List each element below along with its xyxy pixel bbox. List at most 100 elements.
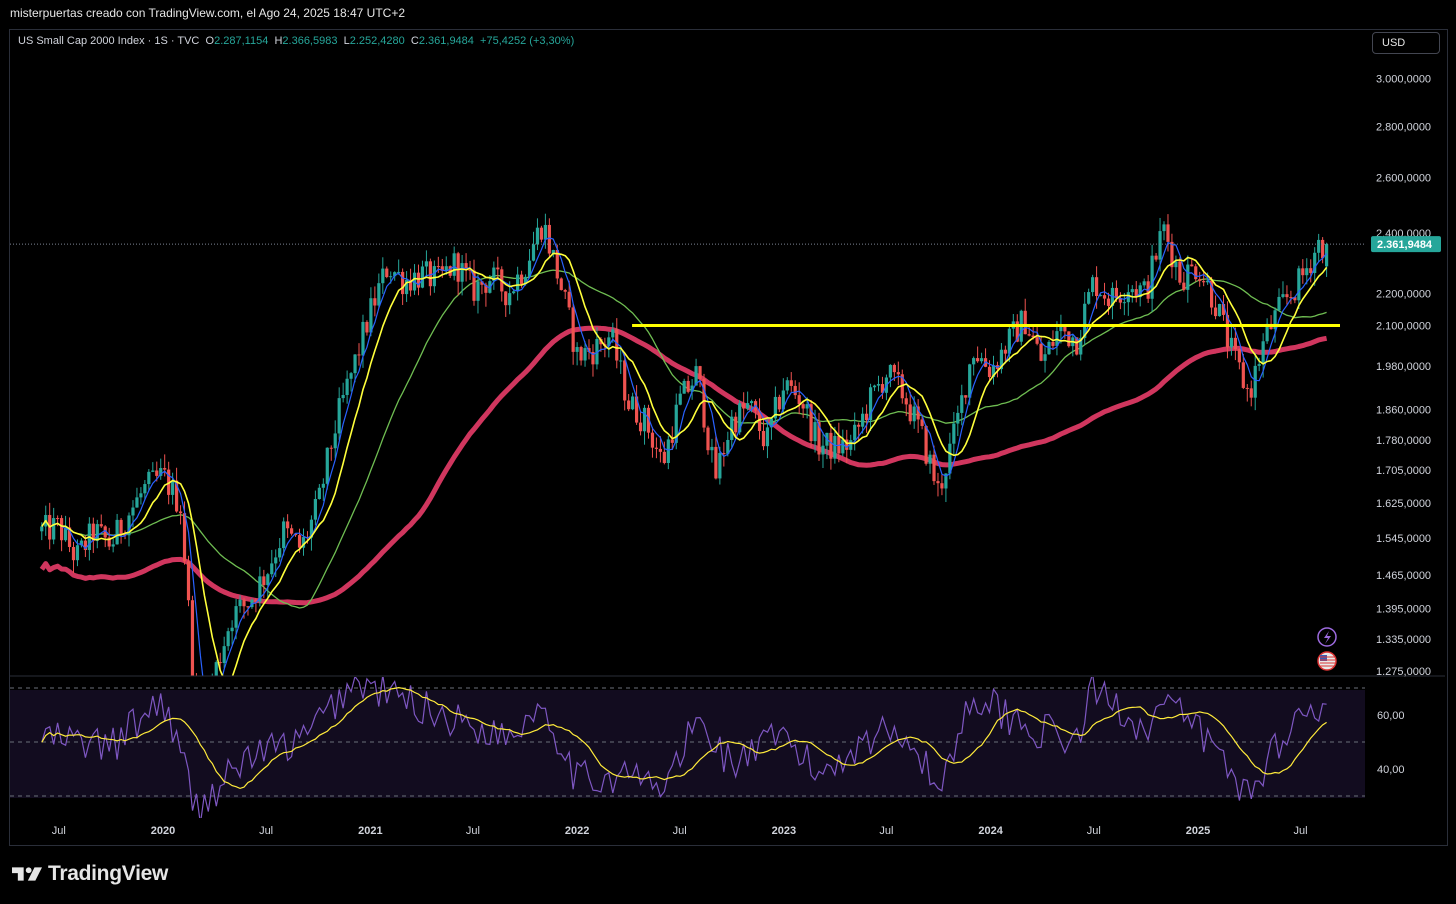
price-axis-label: 1.545,0000 bbox=[1376, 533, 1431, 545]
candle-body bbox=[456, 253, 460, 282]
price-axis-label: 1.625,0000 bbox=[1376, 498, 1431, 510]
candle-body bbox=[611, 329, 615, 338]
open-label: O bbox=[205, 35, 215, 47]
candle bbox=[190, 595, 195, 676]
candle-body bbox=[793, 385, 797, 396]
rsi-pane bbox=[10, 677, 1365, 818]
candle bbox=[337, 387, 341, 440]
time-axis-label: Jul bbox=[259, 825, 273, 837]
candle bbox=[345, 370, 349, 404]
candle-body bbox=[857, 424, 861, 427]
candle bbox=[710, 438, 714, 463]
candle bbox=[1019, 309, 1023, 346]
candle-body bbox=[853, 424, 857, 441]
symbol-name[interactable]: US Small Cap 2000 Index · 1S · TVC bbox=[18, 35, 199, 47]
candle bbox=[174, 467, 179, 513]
candle-body bbox=[710, 446, 714, 451]
candle-body bbox=[1194, 266, 1198, 280]
candle bbox=[289, 524, 294, 536]
candle-body bbox=[1043, 354, 1047, 361]
candle-body bbox=[1217, 303, 1222, 317]
candle-body bbox=[432, 266, 436, 287]
candle bbox=[785, 377, 789, 395]
us-flag-icon bbox=[1317, 651, 1337, 671]
candle-body bbox=[821, 445, 825, 455]
candle-body bbox=[377, 283, 381, 306]
candle bbox=[397, 259, 401, 275]
candle bbox=[991, 355, 996, 385]
candle-body bbox=[1094, 277, 1099, 297]
candle-body bbox=[178, 511, 183, 514]
candle bbox=[666, 435, 670, 470]
candle-body bbox=[1301, 268, 1305, 276]
candle bbox=[571, 304, 575, 365]
candle-body bbox=[365, 321, 369, 333]
candle-body bbox=[59, 518, 64, 541]
candle bbox=[940, 474, 944, 496]
tradingview-wordmark: TradingView bbox=[48, 862, 169, 885]
candle bbox=[115, 513, 119, 545]
candle-body bbox=[381, 268, 385, 284]
candle-body bbox=[987, 366, 992, 378]
time-axis-label: 2020 bbox=[151, 825, 175, 837]
candle-body bbox=[242, 599, 246, 607]
candle bbox=[650, 427, 655, 458]
candle bbox=[789, 372, 793, 392]
candle bbox=[444, 256, 448, 275]
candle bbox=[888, 364, 892, 388]
candle-body bbox=[186, 561, 191, 601]
candle-body bbox=[1067, 331, 1071, 347]
price-axis-label: 1.705,0000 bbox=[1376, 465, 1431, 477]
candle bbox=[964, 395, 968, 405]
candle-body bbox=[936, 481, 940, 484]
candle-body bbox=[638, 422, 643, 432]
candle bbox=[1213, 295, 1218, 320]
candle-body bbox=[956, 412, 960, 424]
candle-body bbox=[1106, 298, 1111, 306]
candle-body bbox=[682, 380, 686, 394]
time-axis-label: Jul bbox=[673, 825, 687, 837]
candle bbox=[686, 375, 690, 394]
candle-body bbox=[313, 499, 317, 520]
candle-body bbox=[1257, 364, 1261, 366]
candle bbox=[404, 271, 409, 303]
candle-body bbox=[214, 662, 218, 676]
candle bbox=[1142, 278, 1146, 288]
candle-body bbox=[579, 347, 583, 361]
price-chart[interactable]: 3.000,00002.800,00002.600,00002.400,0000… bbox=[0, 0, 1456, 904]
candle bbox=[1154, 252, 1158, 262]
candle-body bbox=[1087, 292, 1091, 304]
candle bbox=[1178, 257, 1182, 285]
candle bbox=[531, 231, 536, 262]
candle-body bbox=[968, 364, 972, 398]
candle bbox=[135, 487, 139, 508]
candle-body bbox=[940, 483, 944, 489]
candle bbox=[956, 405, 960, 436]
candle bbox=[1265, 318, 1269, 344]
tradingview-logo[interactable]: TradingView bbox=[12, 862, 168, 886]
candle bbox=[258, 566, 262, 607]
candle bbox=[59, 515, 64, 552]
candle-body bbox=[1091, 277, 1095, 293]
candle-body bbox=[282, 521, 286, 549]
time-axis-label: 2022 bbox=[565, 825, 589, 837]
symbol-legend[interactable]: US Small Cap 2000 Index · 1S · TVC O2.28… bbox=[18, 35, 574, 47]
candle bbox=[634, 385, 639, 425]
candle bbox=[270, 549, 274, 578]
candle bbox=[682, 378, 686, 394]
candle-body bbox=[658, 448, 662, 452]
candle-body bbox=[1241, 362, 1245, 388]
candle bbox=[365, 320, 369, 336]
candle bbox=[773, 386, 777, 423]
candle-body bbox=[349, 373, 353, 379]
candle bbox=[357, 343, 361, 366]
price-axis-label: 3.000,0000 bbox=[1376, 73, 1431, 85]
candle bbox=[742, 392, 746, 421]
candle-body bbox=[1261, 341, 1265, 365]
candle-body bbox=[353, 354, 357, 374]
candle-body bbox=[1130, 289, 1134, 293]
candle bbox=[876, 375, 881, 392]
currency-button[interactable]: USD bbox=[1372, 32, 1440, 54]
candle-body bbox=[631, 396, 635, 410]
candle-body bbox=[575, 347, 579, 352]
